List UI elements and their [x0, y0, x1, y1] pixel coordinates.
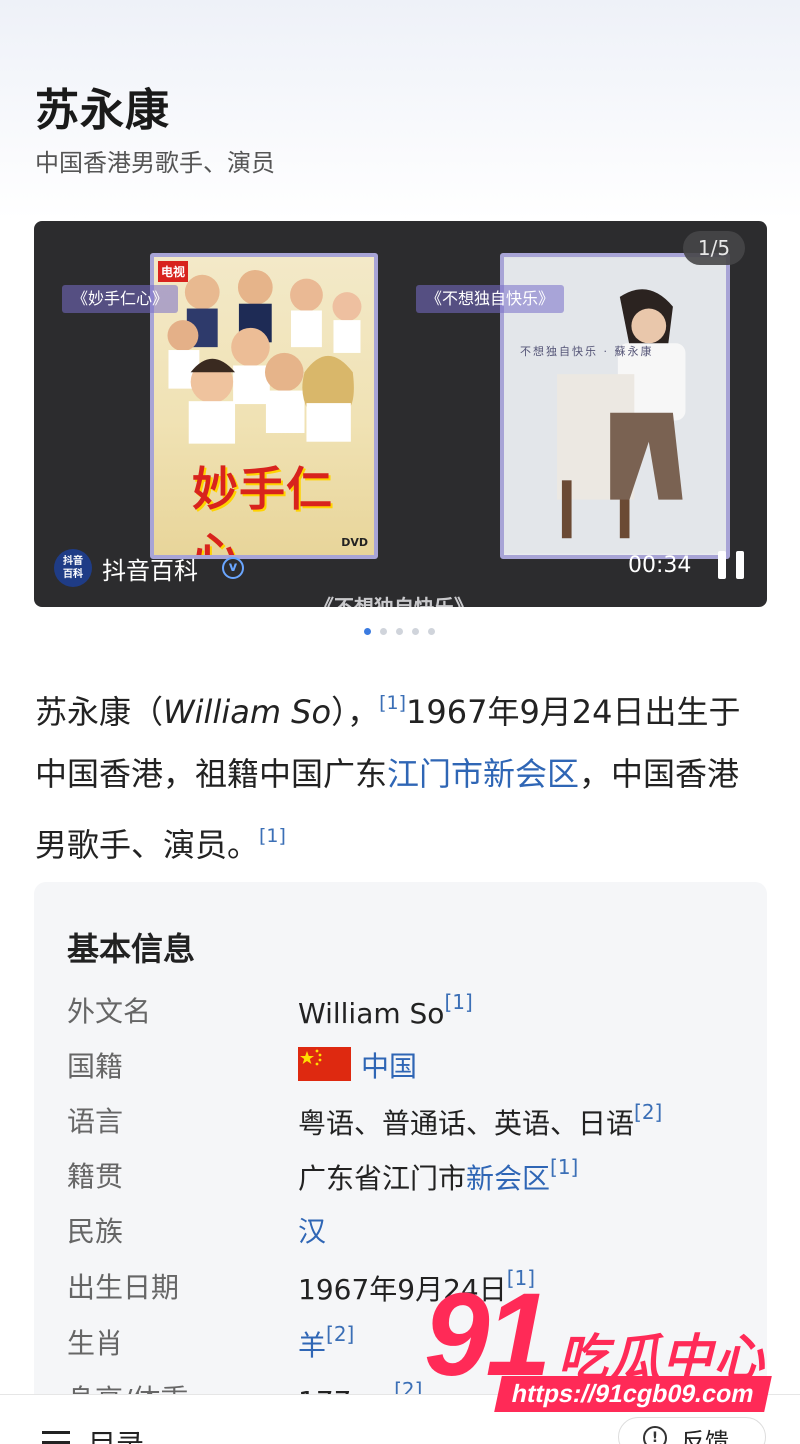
- intro-punct: ），: [331, 693, 380, 731]
- nationality-link[interactable]: 中国: [361, 1050, 417, 1083]
- reference-link[interactable]: [1]: [259, 825, 286, 847]
- reference-link[interactable]: [1]: [444, 990, 472, 1014]
- carousel-dot[interactable]: [412, 628, 419, 635]
- reference-link[interactable]: [2]: [634, 1100, 662, 1124]
- zodiac-link[interactable]: 羊: [298, 1329, 326, 1362]
- carousel-dot[interactable]: [396, 628, 403, 635]
- page-subtitle: 中国香港男歌手、演员: [35, 149, 275, 177]
- info-key: 民族: [67, 1215, 124, 1248]
- video-duration: 00:34: [628, 553, 692, 578]
- caption-tag-left: 《妙手仁心》: [62, 285, 179, 313]
- slide-counter: 1/5: [683, 231, 745, 265]
- info-row-ethnicity: 民族 汉: [67, 1210, 747, 1250]
- watermark-url: https://91cgb09.com: [494, 1376, 772, 1412]
- pause-icon[interactable]: [718, 551, 744, 579]
- carousel-dot[interactable]: [380, 628, 387, 635]
- info-value: 粤语、普通话、英语、日语: [298, 1107, 635, 1140]
- jiangmen-link[interactable]: 江门市新会区: [387, 755, 579, 793]
- source-name[interactable]: 抖音百科: [102, 551, 198, 586]
- poster-caption: 不想独自快乐 · 蘇永康: [520, 345, 654, 358]
- feedback-label: 反馈: [681, 1428, 729, 1444]
- poster-badge: 电视: [158, 261, 189, 282]
- poster-miaoshourenxin: 电视 妙手仁心 DVD: [150, 253, 378, 559]
- carousel-dot[interactable]: [428, 628, 435, 635]
- toc-button[interactable]: 目录: [88, 1423, 144, 1444]
- intro-english-name: William So: [163, 693, 332, 731]
- info-key: 国籍: [67, 1050, 124, 1083]
- info-key: 出生日期: [67, 1271, 180, 1304]
- video-player[interactable]: 电视 妙手仁心 DVD 不想独自快乐 · 蘇永康 《妙手仁心》 《不想独自快乐》…: [34, 221, 767, 607]
- info-key: 外文名: [67, 995, 152, 1028]
- source-logo[interactable]: 抖音 百科: [54, 549, 92, 587]
- info-row-language: 语言 粤语、普通话、英语、日语[2]: [67, 1100, 747, 1140]
- menu-icon[interactable]: [42, 1431, 70, 1444]
- info-row-nationality: 国籍 中国: [67, 1045, 747, 1085]
- basic-info-title: 基本信息: [67, 930, 196, 968]
- ethnicity-link[interactable]: 汉: [298, 1215, 326, 1248]
- carousel-dot[interactable]: [364, 628, 371, 635]
- info-value: William So: [298, 997, 445, 1030]
- page-title: 苏永康: [35, 85, 170, 136]
- verified-icon: v: [222, 557, 244, 579]
- watermark-logo: 91 吃瓜中心 https://91cgb09.com: [420, 1272, 792, 1422]
- info-key: 生肖: [67, 1327, 124, 1360]
- video-subtitle: 《不想独自快乐》: [314, 595, 474, 607]
- xinhui-link[interactable]: 新会区: [466, 1162, 550, 1195]
- info-value: 广东省江门市: [298, 1162, 467, 1195]
- intro-paragraph: 苏永康（William So），[1]1967年9月24日出生于中国香港，祖籍中…: [35, 672, 765, 876]
- reference-link[interactable]: [1]: [550, 1155, 578, 1179]
- poster-dvd-label: DVD: [341, 536, 368, 549]
- intro-name: 苏永康（: [35, 693, 164, 731]
- feedback-icon: !: [643, 1426, 667, 1444]
- info-row-native-place: 籍贯 广东省江门市新会区[1]: [67, 1155, 747, 1195]
- china-flag-icon: [298, 1047, 351, 1081]
- caption-tag-right: 《不想独自快乐》: [416, 285, 565, 313]
- info-row-foreign-name: 外文名 William So[1]: [67, 990, 747, 1030]
- reference-link[interactable]: [1]: [379, 692, 406, 714]
- reference-link[interactable]: [2]: [326, 1322, 354, 1346]
- info-key: 语言: [67, 1105, 124, 1138]
- info-key: 籍贯: [67, 1160, 124, 1193]
